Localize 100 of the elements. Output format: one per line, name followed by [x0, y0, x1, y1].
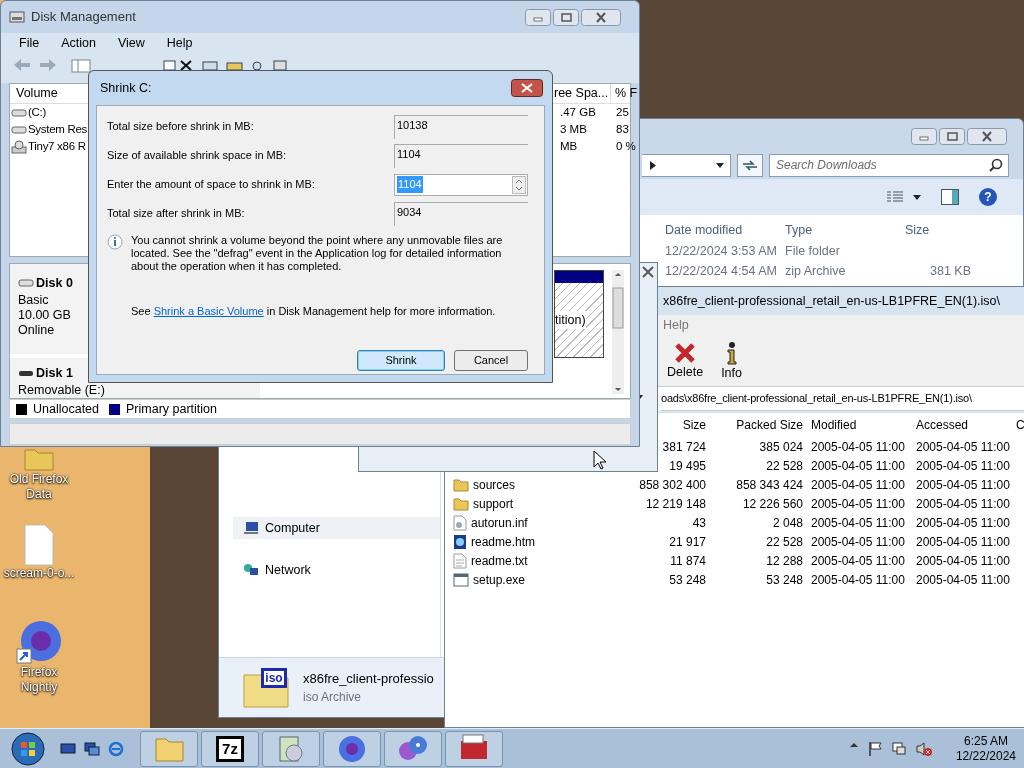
table-cell-text: 858 343 424: [736, 476, 804, 494]
table-cell-text: 12 226 560: [742, 495, 804, 513]
table-cell-text: .47 GB: [559, 105, 597, 120]
info-text: You cannot shrink a volume beyond the point where any unmovable files are located. See the "defrag" event in the Application log for detailed information about the operation when it has completed.: [131, 234, 504, 273]
disk-info: Removable (E:): [18, 383, 105, 398]
delete-icon: [674, 341, 697, 364]
file-name[interactable]: readme.txt: [471, 551, 528, 570]
partition-block[interactable]: tition): [554, 270, 604, 358]
file-name: x86fre_client-professio: [303, 669, 434, 688]
close-icon[interactable]: [641, 265, 655, 279]
table-cell-text: 2005-04-05 11:00: [915, 495, 1010, 513]
network-icon[interactable]: [891, 740, 906, 757]
readonly-field: 1104: [394, 143, 528, 168]
nav-item[interactable]: Network: [243, 559, 440, 581]
speaker-muted-icon[interactable]: [915, 740, 932, 757]
toolbar-button[interactable]: Info: [719, 340, 744, 381]
table-cell-text: zip Archive: [784, 262, 847, 280]
table-cell-text: 2005-04-05 11:00: [810, 438, 905, 456]
column-header[interactable]: Size: [682, 416, 706, 434]
column-header[interactable]: Date modified: [661, 220, 781, 240]
archive-app-logo: 7z: [216, 735, 244, 762]
file-name[interactable]: support: [473, 494, 514, 513]
dialog-title: Shrink C:: [100, 79, 152, 97]
table-cell-text: System Res: [28, 122, 87, 137]
help-button[interactable]: ?: [979, 188, 997, 206]
switch-windows-icon[interactable]: [84, 740, 100, 757]
table-cell-text: 2005-04-05 11:00: [915, 457, 1010, 475]
search-field[interactable]: Search Downloads: [769, 153, 1009, 177]
hard-drive-icon: [11, 107, 27, 118]
file-name[interactable]: readme.htm: [471, 532, 536, 551]
column-header[interactable]: Packed Size: [736, 416, 806, 434]
help-link[interactable]: Shrink a Basic Volume: [153, 305, 264, 317]
flag-icon[interactable]: [867, 740, 882, 757]
view-options-icon[interactable]: [887, 191, 921, 203]
table-cell-text: 0 %: [615, 139, 636, 154]
maximize-button[interactable]: [553, 8, 579, 26]
dropdown-caret-icon: [716, 162, 724, 168]
close-button[interactable]: [581, 8, 621, 26]
globe-shortcut-icon[interactable]: [15, 619, 63, 665]
field-label: Size of available shrink space in MB:: [107, 148, 287, 164]
table-cell-text: 385 024: [759, 438, 804, 456]
column-header[interactable]: Size: [901, 220, 971, 240]
web-document-icon: [453, 533, 467, 550]
show-desktop-icon[interactable]: [60, 740, 76, 757]
field-label: Total size before shrink in MB:: [107, 119, 254, 135]
taskbar-button[interactable]: [384, 730, 442, 767]
help-text: See Shrink a Basic Volume in Disk Management help for more information.: [131, 304, 497, 319]
table-cell-text: 43: [692, 514, 706, 532]
spinner-arrows-icon: [512, 175, 526, 194]
disk-info: Online: [18, 322, 55, 338]
column-header[interactable]: C: [1011, 416, 1024, 434]
menu-item[interactable]: File: [19, 33, 40, 53]
table-cell-text: 2005-04-05 11:00: [915, 552, 1010, 570]
mouse-pointer-icon: [593, 450, 607, 470]
table-cell-text: 2005-04-05 11:00: [915, 438, 1010, 456]
computer-icon: [243, 521, 259, 535]
close-button[interactable]: [967, 128, 1007, 145]
table-cell-text: 381 KB: [929, 262, 971, 280]
table-cell-text: 53 248: [766, 571, 804, 589]
table-cell-text: 12 288: [766, 552, 804, 570]
column-header[interactable]: ree Spa...: [552, 84, 610, 103]
readonly-field: 10138: [394, 114, 528, 139]
toolbar-button[interactable]: Delete: [665, 341, 706, 380]
column-header[interactable]: Accessed: [911, 416, 969, 434]
program-icon: [453, 572, 469, 587]
menu-item[interactable]: Action: [61, 33, 96, 53]
disk-info: Basic: [18, 292, 49, 308]
menu-item[interactable]: Help: [166, 33, 193, 53]
close-button[interactable]: [511, 79, 543, 97]
menu-item[interactable]: View: [117, 33, 145, 53]
menu-item[interactable]: Help: [663, 315, 689, 335]
file-name[interactable]: autorun.inf: [471, 513, 528, 532]
column-header[interactable]: Modified: [806, 416, 857, 434]
refresh-icon[interactable]: [737, 153, 763, 177]
taskbar-button[interactable]: [445, 730, 503, 767]
caret-right-icon: [650, 160, 656, 170]
globe-icon[interactable]: [108, 740, 124, 757]
table-cell-text: File folder: [784, 242, 841, 260]
table-cell-text: 22 528: [766, 533, 804, 551]
clock[interactable]: 6:25 AM 12/22/2024: [955, 733, 1016, 764]
column-header[interactable]: Type: [781, 220, 901, 240]
address-bar[interactable]: [642, 153, 731, 177]
window-title: Disk Management: [31, 8, 137, 27]
folder-icon: [453, 496, 469, 511]
taskbar-button[interactable]: 7z: [201, 730, 259, 767]
nav-item[interactable]: Computer: [233, 517, 440, 539]
column-header[interactable]: Volume: [10, 84, 88, 103]
taskbar-button[interactable]: [323, 730, 381, 767]
file-type: iso Archive: [303, 689, 363, 707]
preview-pane-icon[interactable]: [941, 189, 959, 205]
maximize-button[interactable]: [939, 128, 965, 145]
start-button[interactable]: [10, 730, 46, 767]
dialog-button[interactable]: Shrink: [357, 349, 445, 371]
file-name[interactable]: setup.exe: [473, 570, 526, 589]
file-name[interactable]: sources: [473, 475, 516, 494]
column-header[interactable]: % F: [610, 84, 638, 103]
folder-icon: [453, 477, 469, 492]
table-cell-text: 11 874: [670, 552, 706, 570]
dialog-button[interactable]: Cancel: [454, 349, 528, 371]
info-icon: [107, 234, 123, 250]
